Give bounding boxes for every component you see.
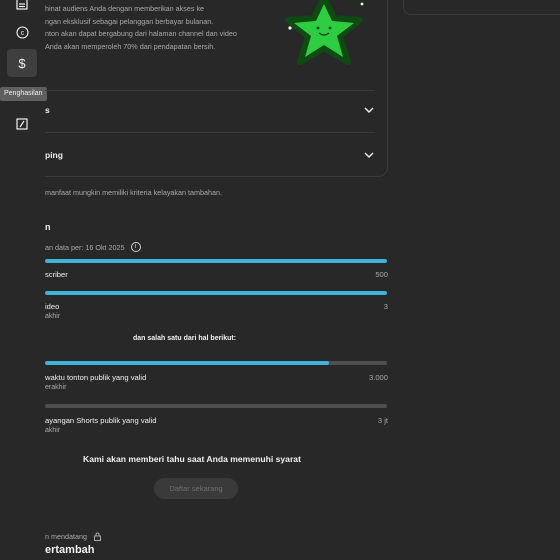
and-one-of-text: dan salah satu dari hal berikut: (133, 335, 237, 342)
videos-value: 3 (383, 302, 388, 311)
info-icon[interactable]: i (130, 242, 141, 252)
side-card (403, 0, 560, 15)
watch-hours-sub: erakhir (45, 384, 67, 391)
subscribers-label: scriber (45, 270, 68, 279)
upcoming-title: ertambah (45, 544, 95, 556)
notify-text: Kami akan memberi tahu saat Anda memenuh… (83, 454, 301, 464)
watch-hours-value: 3.000 (368, 373, 388, 382)
star-badge-icon (285, 0, 364, 65)
svg-text:c: c (20, 30, 24, 37)
subscribers-value: 500 (375, 270, 388, 279)
dollar-icon[interactable]: $ (7, 49, 37, 77)
upcoming-label: n mendatang (45, 532, 102, 541)
customization-icon[interactable] (7, 110, 37, 138)
chevron-down-icon[interactable] (363, 104, 375, 116)
data-as-of: an data per: 16 Okt 2025 i (45, 242, 141, 252)
benefit-row-shopping[interactable]: ping (45, 132, 375, 172)
svg-text:$: $ (18, 56, 26, 70)
apply-now-button[interactable]: Daftar sekarang (154, 478, 238, 499)
left-rail: c $ Penghasilan (0, 0, 47, 560)
lock-icon (93, 532, 101, 541)
benefit-row-perks[interactable]: s (45, 90, 375, 130)
shorts-views-value: 3 jt (377, 416, 388, 425)
dashboard-icon[interactable] (7, 0, 37, 18)
membership-card: hinat audiens Anda dengan memberikan aks… (45, 0, 388, 177)
shorts-views-progress-bar (45, 404, 387, 408)
videos-label: ideo (45, 302, 60, 311)
videos-progress-bar (45, 291, 387, 295)
videos-sub: akhir (45, 313, 61, 320)
copyright-icon[interactable]: c (7, 18, 37, 46)
eligibility-note: manfaat mungkin memiliki kriteria kelaya… (45, 188, 222, 197)
watch-hours-progress-bar (45, 361, 387, 365)
subscribers-progress-bar (45, 259, 387, 263)
requirements-heading: n (45, 222, 51, 232)
shorts-views-label: ayangan Shorts publik yang valid (45, 416, 157, 425)
earn-tooltip: Penghasilan (0, 87, 47, 101)
chevron-down-icon[interactable] (363, 149, 375, 161)
watch-hours-label: waktu tonton publik yang valid (45, 373, 147, 382)
shorts-views-sub: akhir (45, 427, 61, 434)
membership-description: hinat audiens Anda dengan memberikan aks… (45, 4, 237, 51)
main-content: hinat audiens Anda dengan memberikan aks… (45, 0, 560, 560)
